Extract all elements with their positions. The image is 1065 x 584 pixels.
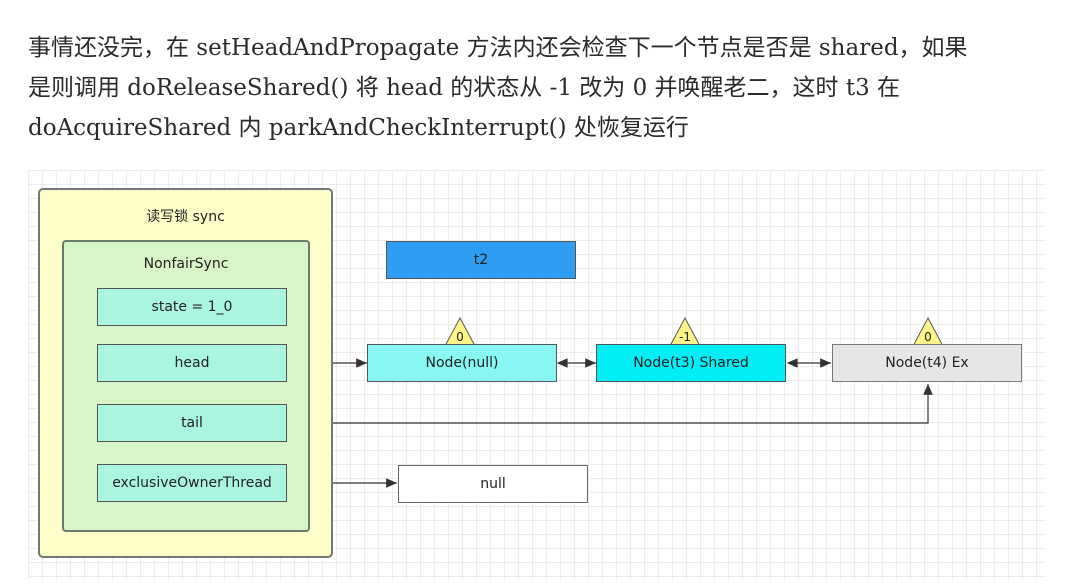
- node-null-label: Node(null): [425, 355, 499, 371]
- state-label: state = 1_0: [151, 299, 233, 315]
- nonfairsync-title: NonfairSync: [143, 256, 229, 272]
- head-field: head: [97, 344, 287, 382]
- tail-field: tail: [97, 404, 287, 442]
- waitstatus-t4-node: 0: [924, 330, 932, 344]
- paragraph-line-2: 是则调用 doReleaseShared() 将 head 的状态从 -1 改为…: [28, 75, 901, 101]
- node-t4-label: Node(t4) Ex: [885, 355, 969, 371]
- diagram-canvas: 0 -1 0 读写锁 sync NonfairSync state = 1_0 …: [28, 170, 1046, 580]
- waitstatus-t3-node: -1: [679, 330, 691, 344]
- node-t3-label: Node(t3) Shared: [633, 355, 749, 371]
- sync-title: 读写锁 sync: [146, 209, 225, 225]
- tail-pointer-arrow: [287, 384, 933, 424]
- head-label: head: [174, 355, 210, 371]
- paragraph-line-3: doAcquireShared 内 parkAndCheckInterrupt(…: [28, 115, 689, 141]
- node-t4-exclusive: Node(t4) Ex: [832, 344, 1022, 382]
- null-label: null: [480, 476, 506, 492]
- tail-label: tail: [181, 415, 203, 431]
- node-null: Node(null): [367, 344, 557, 382]
- node-t3-shared: Node(t3) Shared: [596, 344, 786, 382]
- state-field: state = 1_0: [97, 288, 287, 326]
- paragraph-line-1: 事情还没完，在 setHeadAndPropagate 方法内还会检查下一个节点…: [28, 35, 968, 61]
- thread-t2-box: t2: [386, 241, 576, 279]
- explanation-paragraph: 事情还没完，在 setHeadAndPropagate 方法内还会检查下一个节点…: [28, 28, 1048, 148]
- owner-thread-label: exclusiveOwnerThread: [112, 475, 272, 491]
- owner-null-value: null: [398, 465, 588, 503]
- owner-thread-field: exclusiveOwnerThread: [97, 464, 287, 502]
- thread-t2-label: t2: [473, 252, 489, 268]
- waitstatus-null-node: 0: [456, 330, 464, 344]
